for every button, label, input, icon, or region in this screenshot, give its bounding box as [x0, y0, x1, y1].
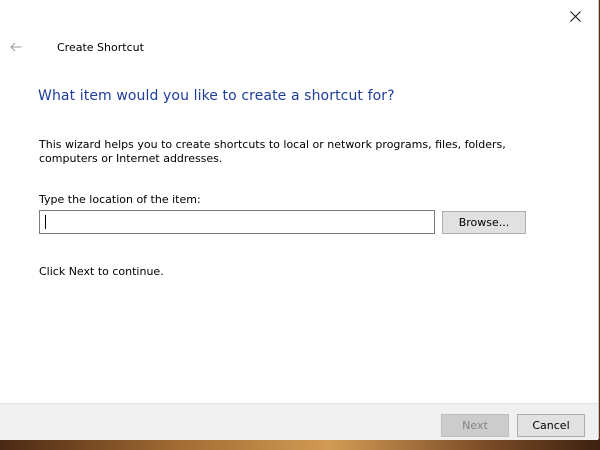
main-instruction: What item would you like to create a sho…	[38, 88, 395, 104]
text-caret	[45, 215, 46, 229]
next-button[interactable]: Next	[441, 414, 509, 437]
create-shortcut-dialog: Create Shortcut What item would you like…	[0, 0, 599, 440]
wizard-description: This wizard helps you to create shortcut…	[39, 138, 506, 165]
location-label: Type the location of the item:	[39, 193, 201, 206]
cancel-button[interactable]: Cancel	[517, 414, 585, 437]
location-input[interactable]	[39, 210, 435, 234]
desktop-background	[0, 440, 600, 450]
close-button[interactable]	[552, 0, 598, 32]
close-icon	[569, 10, 581, 22]
dialog-footer: Next Cancel	[0, 403, 598, 440]
browse-button[interactable]: Browse...	[442, 211, 526, 234]
back-button[interactable]	[6, 38, 26, 56]
wizard-title: Create Shortcut	[57, 41, 144, 54]
back-arrow-icon	[10, 42, 22, 52]
continue-hint: Click Next to continue.	[39, 265, 164, 278]
